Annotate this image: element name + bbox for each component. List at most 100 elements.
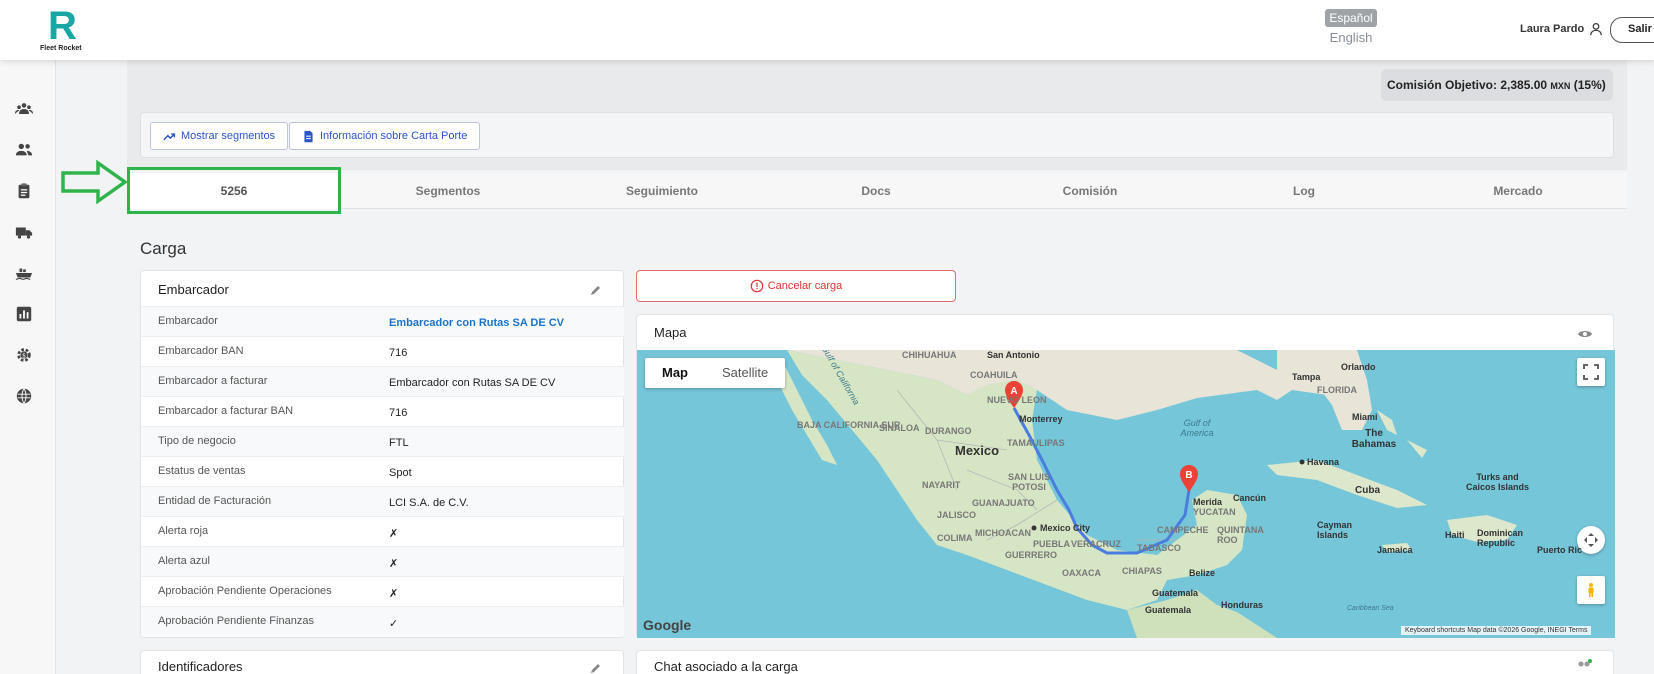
tab-bar: 5256 Segmentos Seguimiento Docs Comisión… [127,173,1627,209]
route-map[interactable]: A B Map Satellite San Antonio CHIHUAHUA … [637,350,1615,638]
truck-icon[interactable] [11,219,37,245]
tab-market[interactable]: Mercado [1411,173,1625,209]
commission-percent: (15%) [1573,78,1606,92]
shipper-detail-row: Embarcador a facturar Embarcador con Ruta… [141,366,624,396]
map-label-campeche: CAMPECHE [1157,525,1209,535]
shipper-detail-row: Tipo de negocio FTL [141,426,624,456]
map-label-havana: Havana [1307,457,1340,467]
chart-icon[interactable] [11,301,37,327]
tab-docs[interactable]: Docs [769,173,983,209]
shipper-detail-value: LCI S.A. de C.V. [389,497,469,509]
map-label-puerto-rico: Puerto Ric [1537,545,1583,555]
shipper-card: Embarcador Embarcador Embarcador con Ruta… [140,270,624,638]
edit-pencil-icon[interactable] [590,284,602,296]
shipper-detail-label: Aprobación Pendiente Finanzas [158,615,314,627]
map-label-tabasco: TABASCO [1137,543,1181,553]
lang-en-option[interactable]: English [1325,30,1377,45]
map-label-mexico-city: Mexico City [1040,523,1091,533]
shipper-detail-value: ✗ [389,558,399,570]
shipper-card-title: Embarcador [158,282,229,297]
carta-porte-button[interactable]: Información sobre Carta Porte [289,122,481,150]
map-label-chihuahua: CHIHUAHUA [902,350,957,360]
shipper-detail-label: Embarcador a facturar [158,375,268,387]
shipper-detail-label: Estatus de ventas [158,465,246,477]
map-label-colima: COLIMA [937,533,973,543]
top-header: R Fleet Rocket Español English Laura Par… [0,0,1654,60]
shipper-detail-row: Embarcador BAN 716 [141,336,624,366]
shipper-details-list: Embarcador Embarcador con Rutas SA DE CV E… [141,306,624,636]
people-icon[interactable] [11,137,37,163]
tab-commission[interactable]: Comisión [983,173,1197,209]
map-attribution[interactable]: Keyboard shortcuts Map data ©2026 Google… [1401,626,1592,635]
user-menu[interactable]: Laura Pardo [1520,22,1603,36]
ship-icon[interactable] [11,260,37,286]
eye-icon[interactable] [1577,328,1593,340]
chat-card-title: Chat asociado a la carga [654,659,798,674]
map-label-cancun: Cancún [1233,493,1267,503]
chat-participants-icon[interactable] [1575,659,1593,673]
map-label-mexico: Mexico [955,443,1000,458]
fleet-rocket-logo[interactable]: R Fleet Rocket [40,6,90,54]
map-label-slp: SAN LUIS POTOSI [1007,472,1050,492]
show-segments-label: Mostrar segmentos [181,130,276,142]
map-label-tamaulipas: TAMAULIPAS [1007,438,1065,448]
identifiers-card-title: Identificadores [158,659,243,674]
document-icon [304,130,313,142]
fullscreen-icon[interactable] [1577,358,1605,386]
map-label-nuevo-leon: NUEVO LEON [987,395,1047,405]
user-name: Laura Pardo [1520,23,1585,35]
shipper-detail-row: Entidad de Facturación LCI S.A. de C.V. [141,486,624,516]
map-view-button[interactable]: Map [645,358,705,388]
commission-value: Comisión Objetivo: 2,385.00 [1387,78,1548,92]
logout-button[interactable]: Salir [1610,17,1654,43]
shipper-link[interactable]: Embarcador con Rutas SA DE CV [389,317,564,329]
cancel-load-label: Cancelar carga [767,280,843,292]
map-label-monterrey: Monterrey [1019,414,1063,424]
shipper-detail-value: ✓ [389,618,399,630]
edit-pencil-icon[interactable] [590,662,602,674]
satellite-view-button[interactable]: Satellite [705,358,785,388]
shipper-detail-value: Spot [389,467,412,479]
street-view-pegman-icon[interactable] [1577,576,1605,604]
shipper-detail-label: Embarcador a facturar BAN [158,405,294,417]
map-label-sinaloa: SINALOA [879,423,920,433]
map-label-bahamas: The Bahamas [1351,428,1397,450]
clipboard-icon[interactable] [11,178,37,204]
groups-icon[interactable] [11,96,37,122]
chat-card: Chat asociado a la carga [636,650,1614,674]
map-canvas: A B [777,350,1517,638]
tab-log[interactable]: Log [1197,173,1411,209]
shipper-detail-row: Alerta azul ✗ [141,546,624,576]
map-label-guerrero: GUERRERO [1005,550,1058,560]
map-type-toggle: Map Satellite [645,358,786,388]
trending-up-icon [163,132,176,140]
map-label-cayman: Cayman Islands [1317,520,1353,540]
svg-text:$: $ [22,353,26,360]
lang-es-option[interactable]: Español [1325,9,1377,27]
map-label-honduras: Honduras [1221,600,1264,610]
commission-currency: MXN [1550,81,1571,91]
map-label-caribbean: Caribbean Sea [1347,605,1394,612]
cancel-load-button[interactable]: Cancelar carga [636,270,956,302]
google-logo: Google [643,617,692,633]
shipper-detail-label: Alerta azul [158,555,210,567]
shipper-detail-row: Embarcador Embarcador con Rutas SA DE CV [141,306,624,336]
map-label-nayarit: NAYARIT [922,480,961,490]
shipper-detail-value: ✗ [389,588,399,600]
shipper-detail-label: Embarcador BAN [158,345,244,357]
show-segments-button[interactable]: Mostrar segmentos [150,122,289,150]
shipper-detail-value: Embarcador con Rutas SA DE CV [389,377,556,389]
shipper-detail-value: FTL [389,437,409,449]
map-label-gulf-mexico: Gulf of America [1180,418,1214,438]
tab-segments[interactable]: Segmentos [341,173,555,209]
shipper-detail-label: Tipo de negocio [158,435,236,447]
tab-tracking[interactable]: Seguimiento [555,173,769,209]
globe-icon[interactable] [11,383,37,409]
map-label-tampa: Tampa [1292,372,1321,382]
shipper-detail-label: Alerta roja [158,525,209,537]
identifiers-card: Identificadores [140,650,624,674]
map-label-puebla: PUEBLA [1033,539,1071,549]
settings-money-icon[interactable]: $ [11,342,37,368]
shipper-detail-value: 716 [389,347,408,359]
shipper-detail-row: Aprobación Pendiente Operaciones ✗ [141,576,624,606]
